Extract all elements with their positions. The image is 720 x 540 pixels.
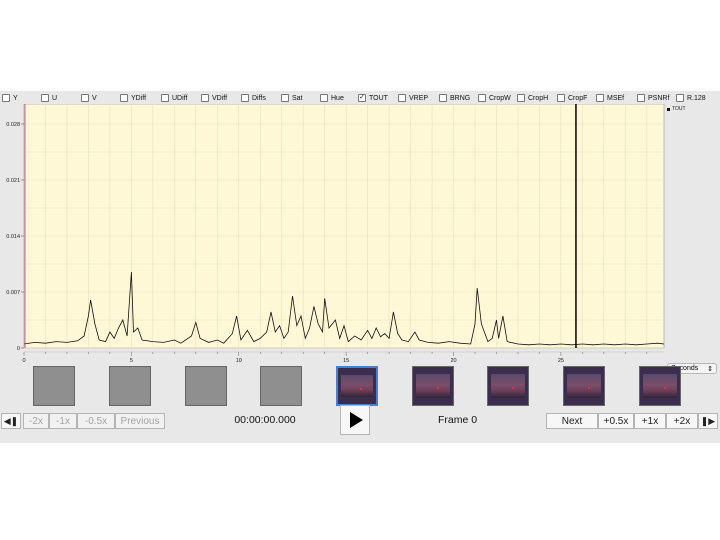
x-tick-label: 0 [22,358,25,364]
checkbox-icon[interactable] [2,94,10,102]
legend-label: TOUT [672,106,686,112]
frame-thumbnail[interactable] [487,366,529,406]
checkbox-checked-icon[interactable]: ✓ [358,94,366,102]
filter-cropw[interactable]: CropW [478,93,511,103]
step-forward-button[interactable]: ❚▶ [698,413,718,429]
frame-thumbnail[interactable] [260,366,302,406]
step-forward-icon: ❚▶ [700,415,716,426]
filter-hue[interactable]: Hue [320,93,344,103]
filter-cropf[interactable]: CropF [557,93,587,103]
checkbox-icon[interactable] [676,94,684,102]
filter-label: UDiff [172,94,188,102]
filter-label: Y [13,94,18,102]
filter-checkbox-bar: Y U V YDiff UDiff VDiff Diffs Sat Hue ✓ TOUT VREP BR… [0,91,720,104]
checkbox-icon[interactable] [201,94,209,102]
filter-y[interactable]: Y [2,93,18,103]
filter-vdiff[interactable]: VDiff [201,93,227,103]
filter-label: R.128 [687,94,706,102]
legend-swatch [667,107,670,111]
frame-thumbnail[interactable] [336,366,378,406]
filter-ydiff[interactable]: YDiff [120,93,146,103]
speed-plus-1x-button[interactable]: +1x [634,413,666,429]
next-button[interactable]: Next [546,413,598,429]
filter-label: U [52,94,58,102]
checkbox-icon[interactable] [161,94,169,102]
checkbox-icon[interactable] [439,94,447,102]
filter-udiff[interactable]: UDiff [161,93,187,103]
y-tick-label: 0.014 [6,234,20,240]
y-tick-label: 0.021 [6,178,20,184]
filter-label: Hue [331,94,344,102]
filter-label: V [92,94,97,102]
plot-background [23,104,665,349]
checkbox-icon[interactable] [281,94,289,102]
y-tick-label: 0 [17,346,20,352]
filter-label: CropH [528,94,549,102]
frame-thumbnail[interactable] [639,366,681,406]
x-tick-label: 25 [558,358,564,364]
checkbox-icon[interactable] [596,94,604,102]
filter-tout[interactable]: ✓ TOUT [358,93,388,103]
checkbox-icon[interactable] [478,94,486,102]
previous-button[interactable]: Previous [115,413,165,429]
x-tick-label: 5 [130,358,133,364]
checkbox-icon[interactable] [81,94,89,102]
frame-thumbnail[interactable] [563,366,605,406]
filter-psnrf[interactable]: PSNRf [637,93,669,103]
filter-label: CropW [489,94,511,102]
step-back-button[interactable]: ◀❚ [1,413,21,429]
frame-thumbnail[interactable] [109,366,151,406]
checkbox-icon[interactable] [557,94,565,102]
checkbox-icon[interactable] [320,94,328,102]
y-tick-label: 0.028 [6,122,20,128]
filter-diffs[interactable]: Diffs [241,93,266,103]
speed-minus-1x-button[interactable]: -1x [49,413,77,429]
filter-label: YDiff [131,94,147,102]
frame-number-label: Frame 0 [437,414,478,426]
speed-plus-2x-button[interactable]: +2x [666,413,698,429]
y-tick-label: 0.007 [6,290,20,296]
filter-label: PSNRf [648,94,670,102]
graph-legend: TOUT [667,106,686,112]
speed-plus-half-button[interactable]: +0.5x [598,413,634,429]
filter-label: VDiff [212,94,228,102]
speed-minus-2x-button[interactable]: -2x [23,413,49,429]
filter-label: Diffs [252,94,266,102]
filter-u[interactable]: U [41,93,57,103]
filter-label: CropF [568,94,588,102]
x-tick-label: 20 [450,358,456,364]
step-back-icon: ◀❚ [3,415,19,426]
tout-graph[interactable]: 0 0.007 0.014 0.021 0.028 0 5 10 15 20 25 [0,104,720,364]
checkbox-icon[interactable] [398,94,406,102]
chevron-updown-icon: ⇕ [707,365,713,373]
filter-msef[interactable]: MSEf [596,93,624,103]
filter-brng[interactable]: BRNG [439,93,470,103]
play-button[interactable] [340,405,370,435]
frame-thumbnail[interactable] [185,366,227,406]
play-icon [350,412,363,428]
filter-label: TOUT [369,94,388,102]
checkbox-icon[interactable] [120,94,128,102]
x-tick-label: 15 [343,358,349,364]
frame-thumbnail[interactable] [33,366,75,406]
filter-v[interactable]: V [81,93,97,103]
filter-r-128[interactable]: R.128 [676,93,706,103]
frame-thumbnail[interactable] [412,366,454,406]
speed-minus-half-button[interactable]: -0.5x [77,413,115,429]
x-tick-label: 10 [236,358,242,364]
filter-label: MSEf [607,94,625,102]
timecode-display: 00:00:00.000 [234,414,296,426]
checkbox-icon[interactable] [241,94,249,102]
filter-sat[interactable]: Sat [281,93,303,103]
graph-area: 0 0.007 0.014 0.021 0.028 0 5 10 15 20 25 TOUT Sec… [0,104,720,374]
filter-label: VREP [409,94,429,102]
filter-vrep[interactable]: VREP [398,93,428,103]
filter-croph[interactable]: CropH [517,93,548,103]
filter-label: BRNG [450,94,471,102]
checkbox-icon[interactable] [41,94,49,102]
checkbox-icon[interactable] [637,94,645,102]
filter-label: Sat [292,94,303,102]
checkbox-icon[interactable] [517,94,525,102]
qctools-window: Y U V YDiff UDiff VDiff Diffs Sat Hue ✓ TOUT VREP BR… [0,91,720,443]
